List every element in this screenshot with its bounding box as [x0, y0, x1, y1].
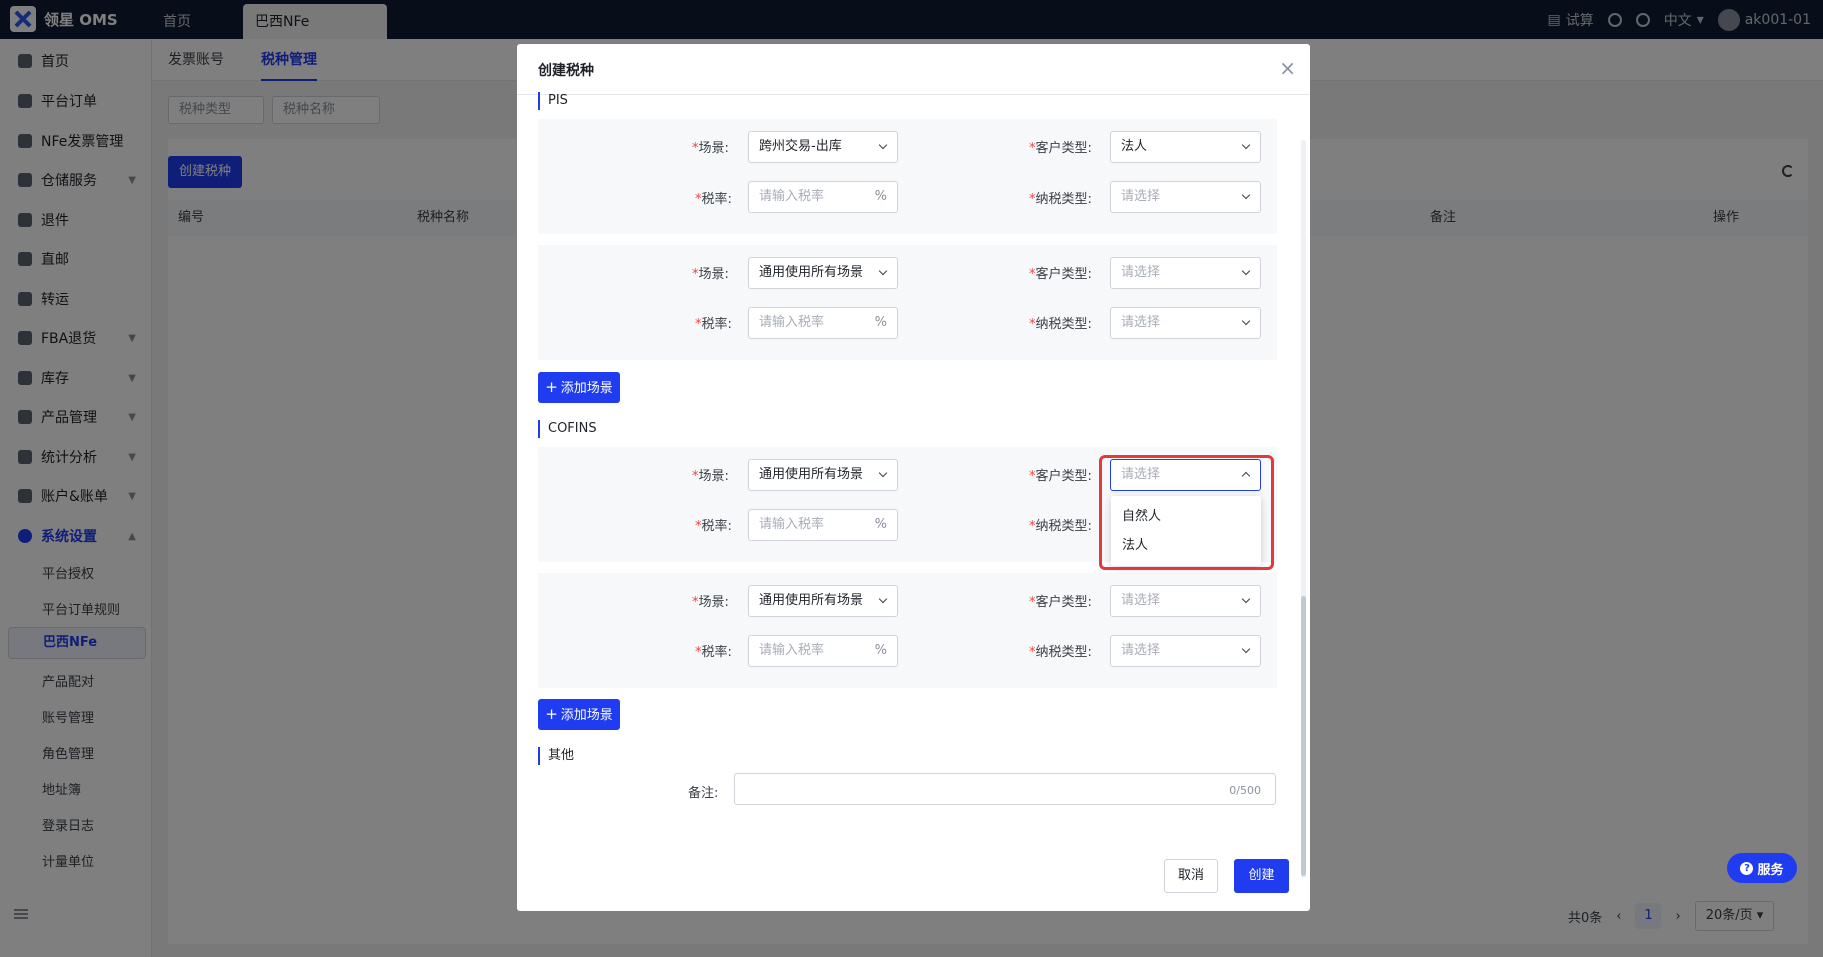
pis-2-tax-type-select[interactable]: 请选择 [1110, 307, 1261, 339]
pis-1-rate-input[interactable]: 请输入税率% [748, 181, 898, 213]
customer-type-label: *客户类型: [1029, 469, 1092, 484]
scene-label: *场景: [692, 267, 729, 282]
scene-label: *场景: [692, 469, 729, 484]
scrollbar-thumb[interactable] [1301, 596, 1306, 876]
customer-type-label: *客户类型: [1029, 595, 1092, 610]
section-title-cofins: COFINS [538, 420, 597, 438]
cofins-add-scene-button[interactable]: + 添加场景 [538, 699, 620, 730]
service-button[interactable]: ? 服务 [1727, 853, 1797, 883]
customer-type-label: *客户类型: [1029, 141, 1092, 156]
pis-1-customer-type-select[interactable]: 法人 [1110, 131, 1261, 163]
rate-label: *税率: [695, 192, 732, 207]
tax-type-label: *纳税类型: [1029, 317, 1092, 332]
modal-scrollbar[interactable] [1301, 140, 1306, 878]
highlight-box [1099, 455, 1274, 570]
cofins-2-rate-input[interactable]: 请输入税率% [748, 635, 898, 667]
chevron-down-icon [878, 468, 888, 478]
cofins-2-scene-select[interactable]: 通用使用所有场景 [748, 585, 898, 617]
tax-type-label: *纳税类型: [1029, 645, 1092, 660]
section-title-other: 其他 [538, 747, 574, 765]
remark-label: 备注: [688, 786, 719, 801]
chevron-down-icon [878, 266, 888, 276]
cofins-1-rate-input[interactable]: 请输入税率% [748, 509, 898, 541]
modal-header: 创建税种 × [517, 44, 1310, 95]
pis-2-customer-type-select[interactable]: 请选择 [1110, 257, 1261, 289]
modal-title: 创建税种 [538, 63, 594, 79]
customer-type-label: *客户类型: [1029, 267, 1092, 282]
section-title-pis: PIS [538, 92, 568, 110]
remark-char-count: 0/500 [1229, 784, 1261, 797]
pis-1-scene-select[interactable]: 跨州交易-出库 [748, 131, 898, 163]
chevron-down-icon [1241, 316, 1251, 326]
cofins-2-customer-type-select[interactable]: 请选择 [1110, 585, 1261, 617]
cancel-button[interactable]: 取消 [1164, 859, 1218, 893]
rate-label: *税率: [695, 317, 732, 332]
pis-2-rate-input[interactable]: 请输入税率% [748, 307, 898, 339]
rate-label: *税率: [695, 519, 732, 534]
chevron-down-icon [878, 594, 888, 604]
remark-textarea[interactable]: 0/500 [734, 773, 1276, 805]
chevron-down-icon [1241, 594, 1251, 604]
plus-icon: + [545, 378, 558, 396]
scene-label: *场景: [692, 595, 729, 610]
chevron-down-icon [1241, 644, 1251, 654]
scene-label: *场景: [692, 141, 729, 156]
cofins-1-scene-select[interactable]: 通用使用所有场景 [748, 459, 898, 491]
pis-add-scene-button[interactable]: + 添加场景 [538, 372, 620, 403]
pis-2-scene-select[interactable]: 通用使用所有场景 [748, 257, 898, 289]
question-icon: ? [1740, 861, 1754, 875]
plus-icon: + [545, 705, 558, 723]
chevron-down-icon [1241, 140, 1251, 150]
tax-type-label: *纳税类型: [1029, 519, 1092, 534]
close-icon[interactable]: × [1279, 58, 1296, 78]
pis-1-tax-type-select[interactable]: 请选择 [1110, 181, 1261, 213]
chevron-down-icon [1241, 266, 1251, 276]
chevron-down-icon [1241, 190, 1251, 200]
tax-type-label: *纳税类型: [1029, 192, 1092, 207]
create-tax-modal: 创建税种 × PIS *场景: 跨州交易-出库 *客户类型: 法人 *税率: 请… [517, 44, 1310, 911]
chevron-down-icon [878, 140, 888, 150]
rate-label: *税率: [695, 645, 732, 660]
cofins-2-tax-type-select[interactable]: 请选择 [1110, 635, 1261, 667]
create-button[interactable]: 创建 [1234, 859, 1289, 893]
